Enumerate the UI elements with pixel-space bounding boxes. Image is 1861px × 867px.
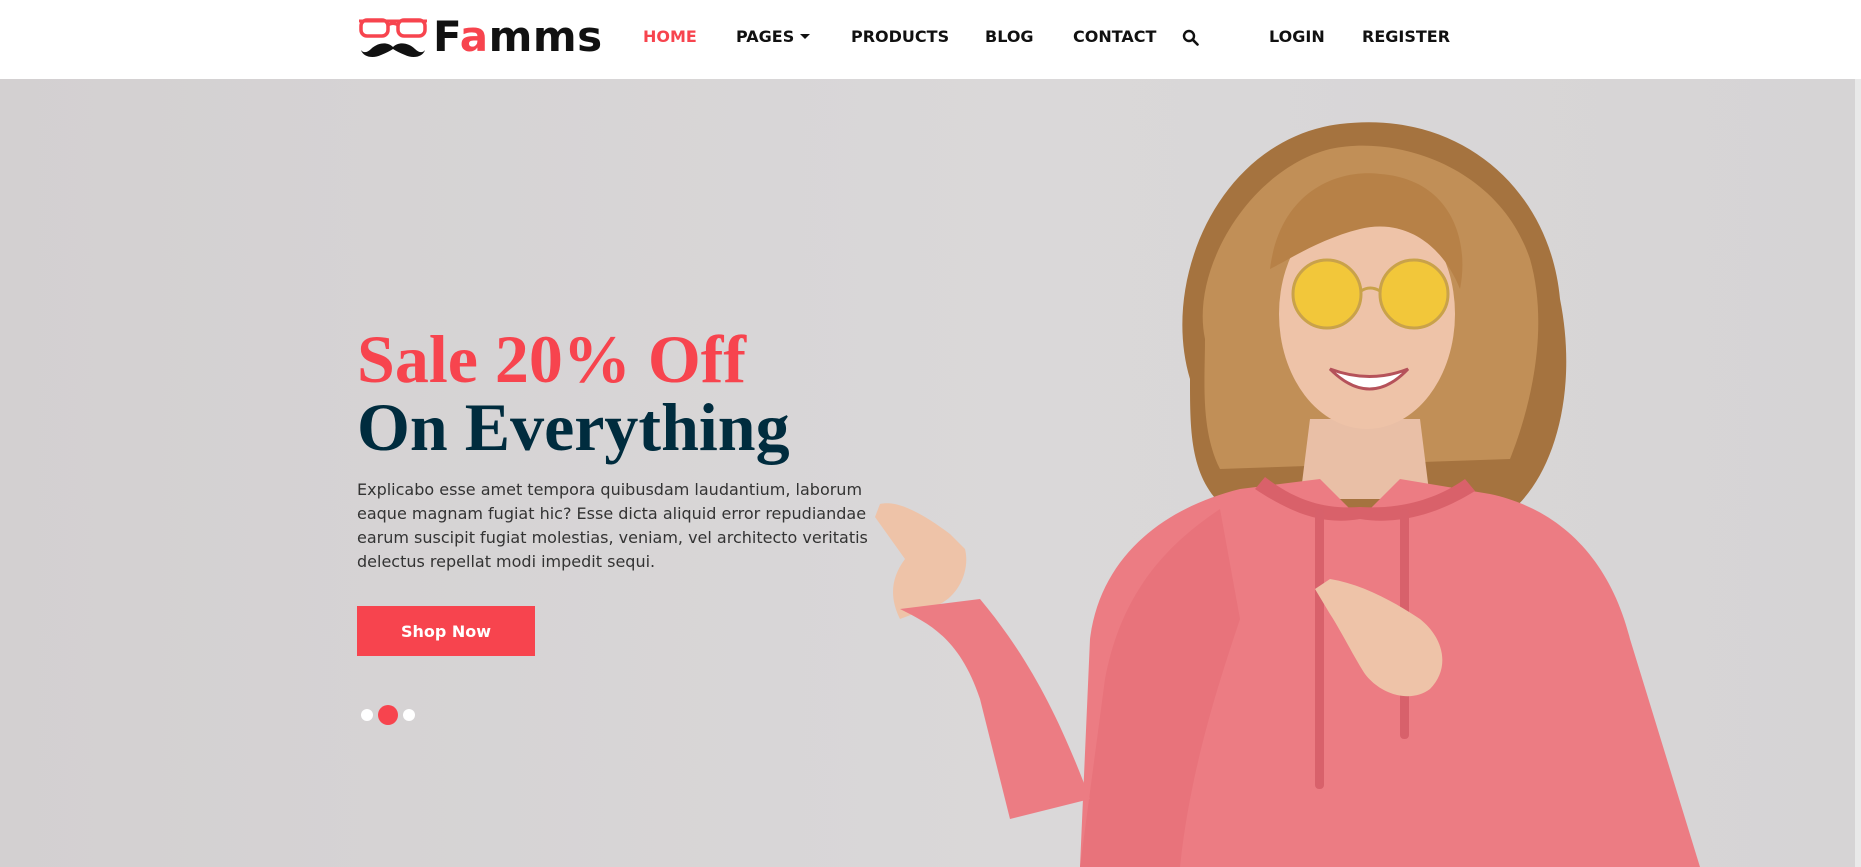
hero-model-image xyxy=(875,122,1700,867)
top-navbar: Famms HOME PAGES PRODUCTS BLOG CONTACT L… xyxy=(0,0,1861,79)
glasses-mustache-logo-icon xyxy=(359,18,427,58)
carousel-dot[interactable] xyxy=(403,709,415,721)
logo-wordmark: Famms xyxy=(433,12,603,61)
hero-description: Explicabo esse amet tempora quibusdam la… xyxy=(357,480,868,571)
caret-down-icon xyxy=(800,34,811,39)
shop-now-button[interactable]: Shop Now xyxy=(357,606,535,656)
nav-blog[interactable]: BLOG xyxy=(985,26,1034,48)
search-icon[interactable] xyxy=(1182,29,1199,46)
hero-title-line-2: On Everything xyxy=(357,389,790,465)
hero-slider: Sale 20% Off On Everything Explicabo ess… xyxy=(0,79,1861,867)
nav-register[interactable]: REGISTER xyxy=(1362,26,1450,48)
nav-pages-label: PAGES xyxy=(736,27,795,46)
nav-contact[interactable]: CONTACT xyxy=(1073,26,1156,48)
carousel-dot-active[interactable] xyxy=(378,705,398,725)
nav-home[interactable]: HOME xyxy=(643,26,697,48)
page-scrollbar[interactable] xyxy=(1855,79,1861,867)
carousel-dot[interactable] xyxy=(361,709,373,721)
nav-products[interactable]: PRODUCTS xyxy=(851,26,949,48)
nav-pages-dropdown[interactable]: PAGES xyxy=(736,26,811,48)
nav-login[interactable]: LOGIN xyxy=(1269,26,1325,48)
famms-logo[interactable]: Famms xyxy=(357,13,603,61)
